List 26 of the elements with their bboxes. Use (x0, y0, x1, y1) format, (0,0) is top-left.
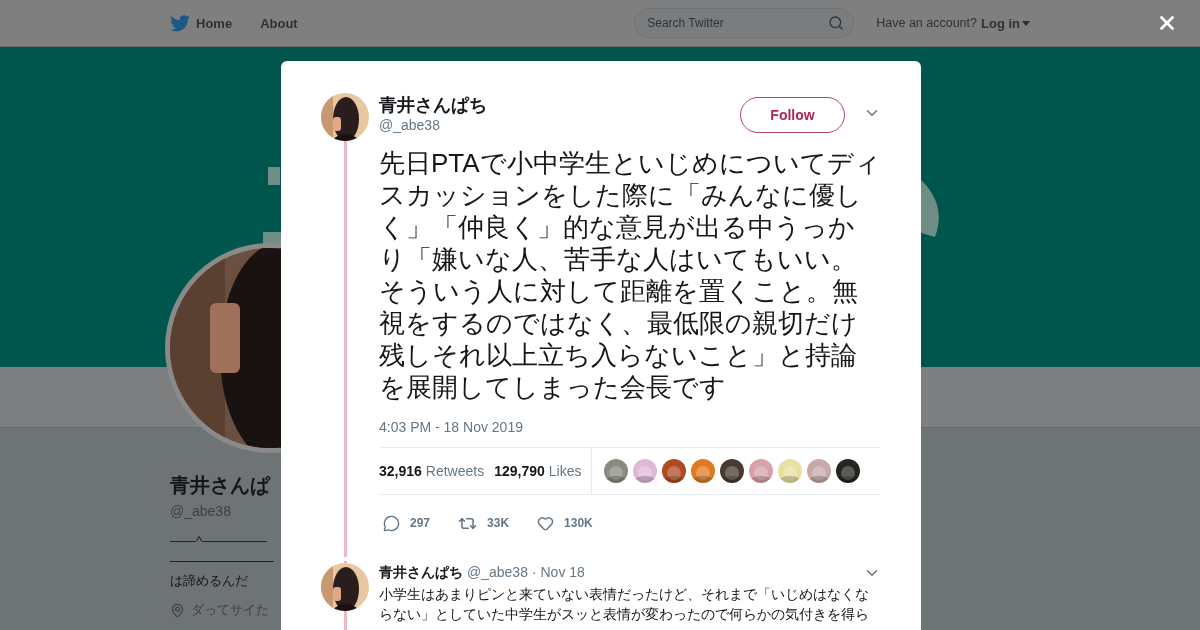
bio-line: は諦めるんだ (170, 572, 249, 590)
account-prompt: Have an account? (876, 16, 977, 30)
reply-handle: @_abe38 (467, 564, 528, 580)
profile-name: 青井さんぱ (170, 473, 272, 498)
action-count: 130K (564, 516, 593, 530)
heart-icon[interactable] (537, 514, 555, 532)
nav-link[interactable]: Home (196, 15, 233, 31)
stat-count: 129,790 (494, 463, 545, 479)
search-icon[interactable] (828, 15, 845, 31)
reply-text: 小学生はあまりピンと来ていない表情だったけど、それまで「いじめはなくならない」としていた中学生がスッと表情が変わったので何らかの気付きを得ら (379, 585, 870, 624)
reply-date: · Nov 18 (531, 564, 585, 580)
bio-line: ——^————— (170, 532, 269, 550)
action-count: 33K (487, 516, 510, 530)
action-count: 297 (410, 516, 431, 530)
tweet-timestamp: 4:03 PM - 18 Nov 2019 (379, 419, 524, 435)
location-pin-icon (170, 602, 185, 618)
login-link[interactable]: Log in (981, 15, 1030, 31)
reply-author: 青井さんぱち (379, 564, 463, 580)
bio-line: ———————— (170, 552, 275, 570)
search-field[interactable]: Search Twitter (634, 8, 855, 38)
reply-icon[interactable] (383, 514, 400, 532)
stat-count: 32,916 (379, 463, 422, 479)
stat-label[interactable]: Retweets (425, 463, 485, 479)
nav-link[interactable]: About (260, 15, 298, 31)
stat-label[interactable]: Likes (548, 463, 582, 479)
caret-icon (1022, 20, 1030, 26)
